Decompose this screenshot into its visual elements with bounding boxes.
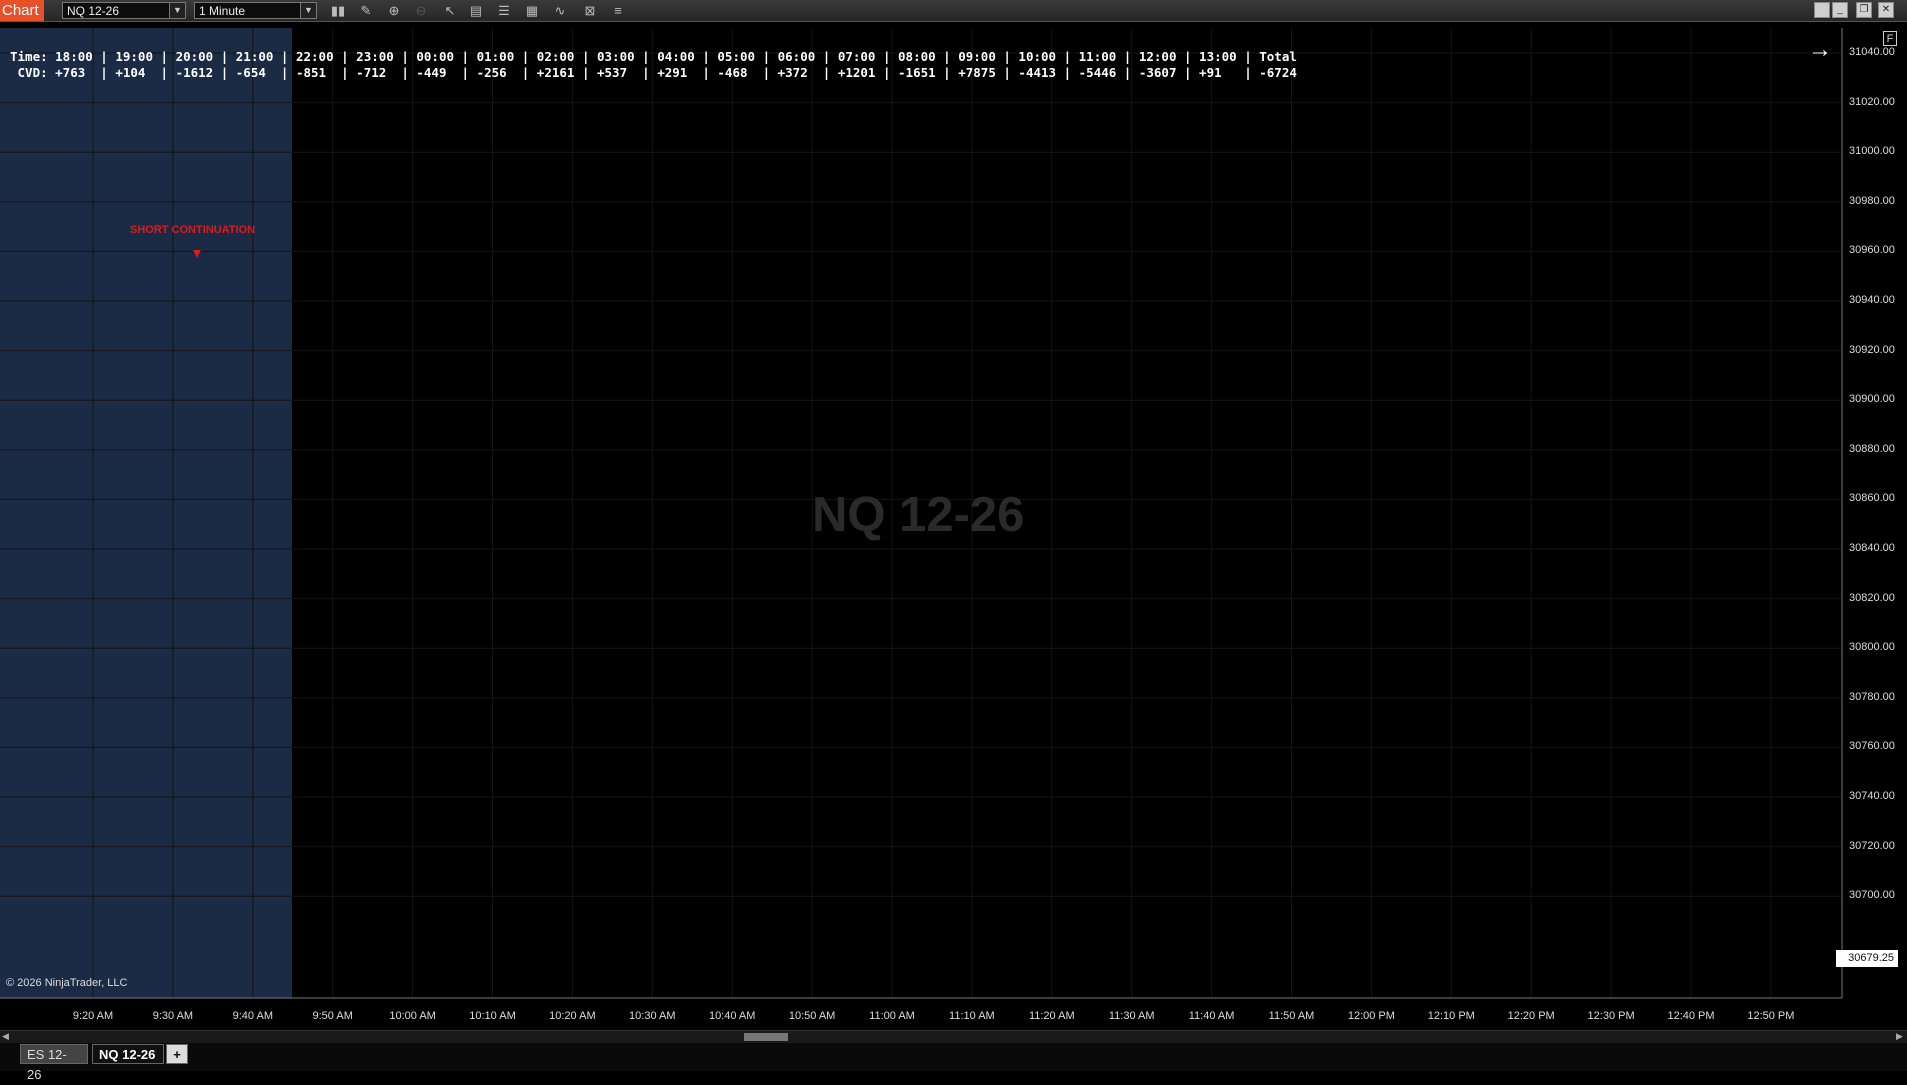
price-tick-label: 30900.00	[1849, 393, 1895, 406]
indicators-icon[interactable]: ∿	[550, 2, 570, 19]
instrument-selector[interactable]: NQ 12-26 ▼	[62, 2, 186, 19]
time-tick-label: 12:30 PM	[1587, 1010, 1635, 1022]
more-icon[interactable]: ≡	[608, 2, 628, 19]
time-tick-label: 12:50 PM	[1747, 1010, 1795, 1022]
properties-icon[interactable]: ☰	[494, 2, 514, 19]
pointer-icon[interactable]: ↖	[440, 2, 460, 19]
instrument-watermark: NQ 12-26	[812, 488, 1025, 542]
restore-icon[interactable]: ❐	[1856, 2, 1872, 18]
bar-chart-icon[interactable]: ▮▮	[328, 2, 348, 19]
time-tick-label: 10:00 AM	[389, 1010, 436, 1022]
chevron-down-icon[interactable]: ▼	[169, 3, 185, 18]
time-tick-label: 10:20 AM	[549, 1010, 596, 1022]
interval-value: 1 Minute	[199, 4, 246, 18]
window-tile-icon[interactable]	[1814, 2, 1830, 18]
time-tick-label: 9:40 AM	[232, 1010, 273, 1022]
time-tick-label: 10:40 AM	[708, 1010, 756, 1022]
scroll-right-icon[interactable]: ▶	[1896, 1031, 1903, 1042]
tab-nq[interactable]: NQ 12-26	[92, 1044, 164, 1064]
time-tick-label: 12:00 PM	[1347, 1010, 1395, 1022]
price-tick-label: 30840.00	[1849, 542, 1895, 554]
time-tick-label: 11:40 AM	[1188, 1010, 1235, 1022]
time-tick-label: 11:10 AM	[949, 1010, 995, 1022]
strategies-icon[interactable]: ⊠	[580, 2, 600, 19]
price-tick-label: 30880.00	[1849, 442, 1895, 455]
price-tick-label: 30980.00	[1849, 194, 1895, 207]
f-icon[interactable]: F	[1883, 31, 1897, 46]
price-tick-label: 31040.00	[1849, 46, 1895, 58]
time-tick-label: 10:10 AM	[469, 1010, 516, 1022]
tab-es[interactable]: ES 12-26	[20, 1044, 88, 1082]
time-tick-label: 11:20 AM	[1028, 1010, 1075, 1022]
price-tick-label: 30960.00	[1849, 244, 1895, 257]
arrow-right-icon[interactable]: →	[1808, 36, 1832, 64]
time-tick-label: 11:00 AM	[869, 1010, 915, 1022]
time-tick-label: 11:50 AM	[1268, 1010, 1315, 1022]
time-tick-label: 11:30 AM	[1108, 1010, 1155, 1022]
template-icon[interactable]: ▦	[522, 2, 542, 19]
chart-tab-bar: ES 12-26 NQ 12-26 +	[0, 1043, 1907, 1082]
copyright-notice: © 2026 NinjaTrader, LLC	[6, 977, 128, 989]
zoom-in-icon[interactable]: ⊕	[384, 2, 404, 19]
price-tick-label: 30860.00	[1849, 492, 1895, 505]
price-tick-label: 31020.00	[1849, 95, 1895, 108]
instrument-value: NQ 12-26	[67, 4, 120, 18]
pre-session-shade	[0, 28, 292, 998]
price-tick-label: 30740.00	[1849, 790, 1895, 802]
time-tick-label: 9:30 AM	[152, 1010, 194, 1022]
time-tick-label: 9:50 AM	[312, 1010, 353, 1022]
price-tick-label: 30940.00	[1849, 294, 1895, 306]
cvd-table: Time: 18:00 | 19:00 | 20:00 | 21:00 | 22…	[10, 49, 1297, 81]
time-tick-label: 12:20 PM	[1507, 1010, 1555, 1022]
price-tick-label: 30800.00	[1849, 641, 1895, 654]
minimize-icon[interactable]: _	[1832, 2, 1848, 18]
price-tick-label: 30760.00	[1849, 740, 1895, 753]
price-tick-label: 30820.00	[1849, 591, 1895, 604]
time-tick-label: 10:50 AM	[788, 1010, 836, 1022]
close-icon[interactable]: ✕	[1878, 2, 1894, 18]
time-tick-label: 12:40 PM	[1667, 1010, 1715, 1022]
scroll-left-icon[interactable]: ◀	[2, 1031, 9, 1042]
signal-label: SHORT CONTINUATION	[130, 224, 255, 236]
cvd-time-row: Time: 18:00 | 19:00 | 20:00 | 21:00 | 22…	[10, 49, 1297, 64]
price-tick-label: 30720.00	[1849, 839, 1895, 852]
app-title: Chart	[0, 0, 44, 21]
chart-toolbar: Chart NQ 12-26 ▼ 1 Minute ▼ ▮▮ ✎ ⊕ ⊖ ↖ ▤…	[0, 0, 1907, 22]
cvd-value-row: CVD: +763 | +104 | -1612 | -654 | -851 |…	[10, 65, 1297, 80]
price-tick-label: 30700.00	[1849, 889, 1895, 902]
horizontal-scrollbar[interactable]: ◀ ▶	[0, 1030, 1907, 1043]
price-tick-label: 30920.00	[1849, 343, 1895, 356]
scroll-thumb[interactable]	[744, 1033, 788, 1041]
price-tick-label: 31000.00	[1849, 145, 1895, 158]
price-tick-label: 30780.00	[1849, 690, 1895, 703]
interval-selector[interactable]: 1 Minute ▼	[194, 2, 317, 19]
time-tick-label: 10:30 AM	[629, 1010, 676, 1022]
add-tab-button[interactable]: +	[166, 1044, 188, 1064]
pencil-icon[interactable]: ✎	[356, 2, 376, 19]
time-tick-label: 9:20 AM	[72, 1010, 114, 1022]
data-box-icon[interactable]: ▤	[466, 2, 486, 19]
zoom-out-icon[interactable]: ⊖	[411, 2, 431, 19]
time-tick-label: 12:10 PM	[1427, 1010, 1475, 1022]
last-price-marker: 30679.25	[1836, 950, 1898, 967]
chevron-down-icon[interactable]: ▼	[300, 3, 316, 18]
